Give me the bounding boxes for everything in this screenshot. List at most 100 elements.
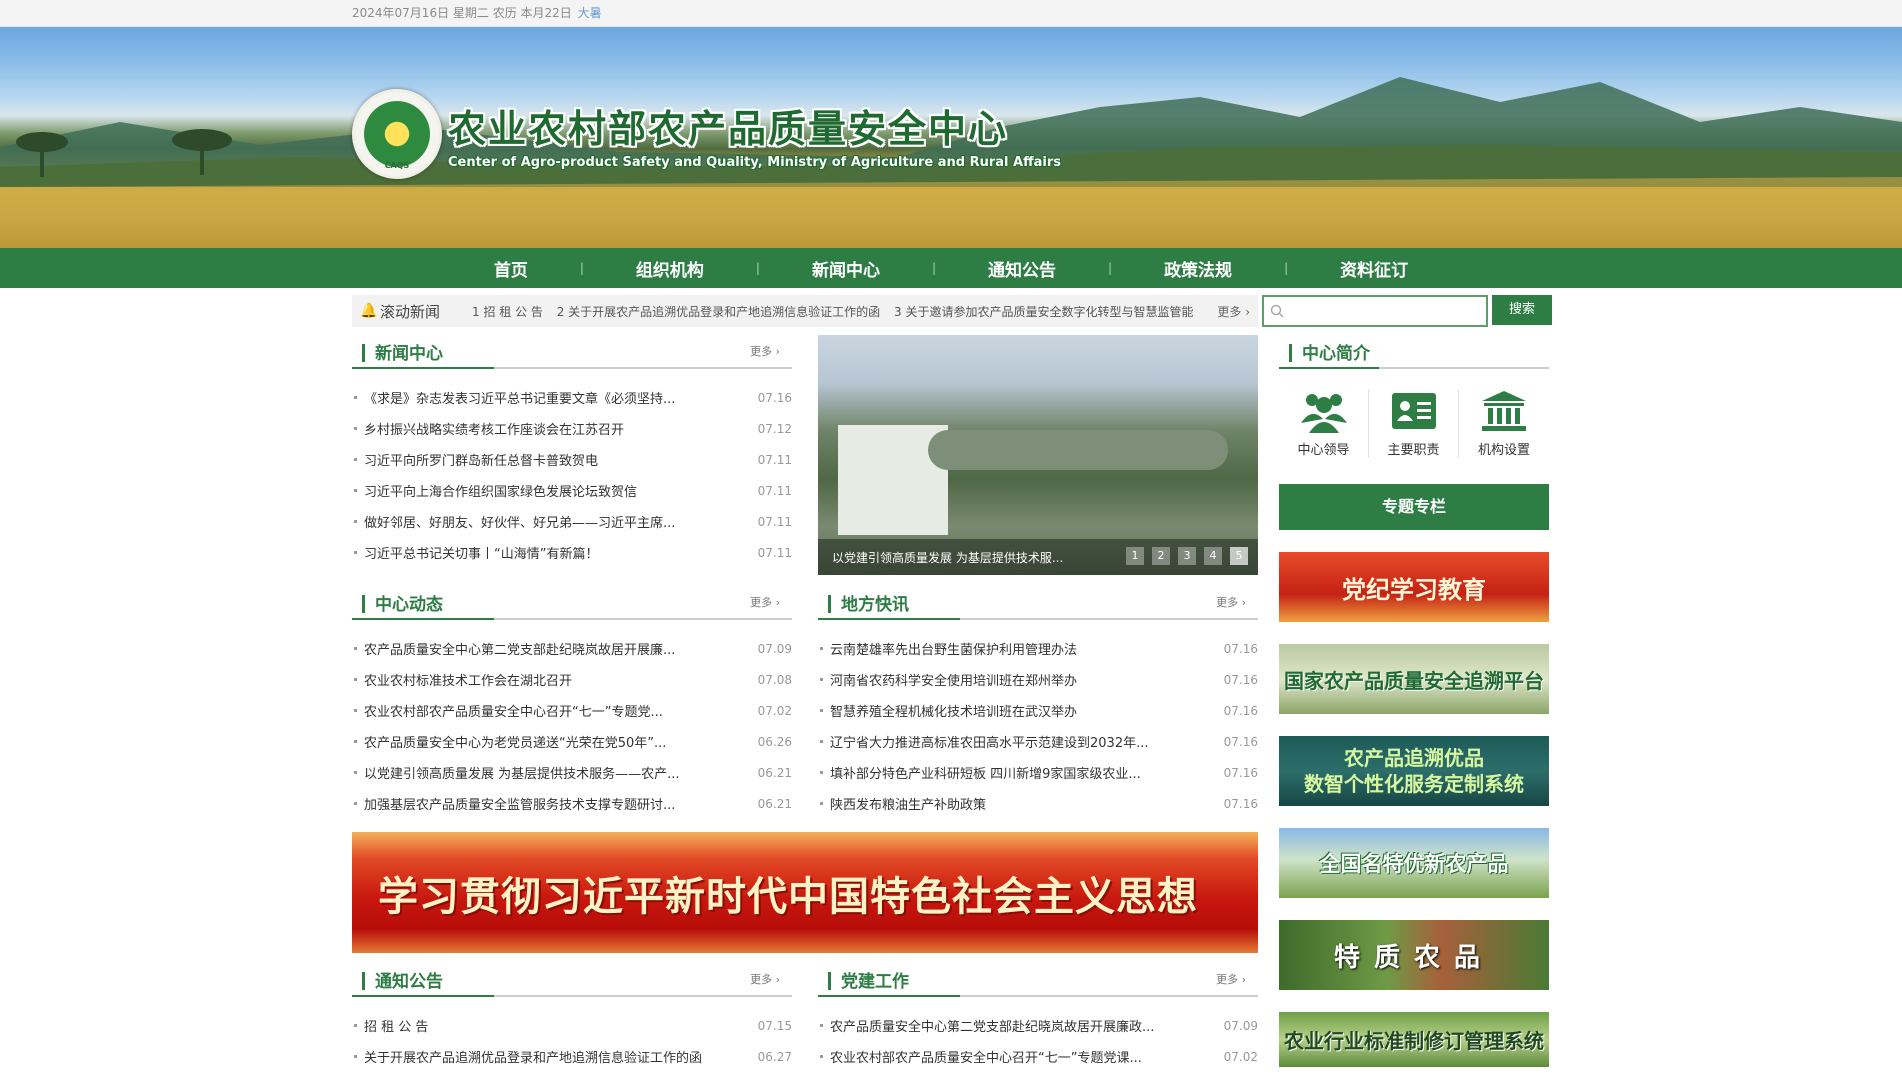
news-carousel[interactable]: 以党建引领高质量发展 为基层提供技术服... 1 2 3 4 5 <box>818 335 1258 575</box>
news-center-section: 新闻中心 更多 › 《求是》杂志发表习近平总书记重要文章《必须坚持... 07.1… <box>352 335 792 575</box>
list-item[interactable]: 农业农村部农产品质量安全中心召开“七一”专题党... 07.02 <box>352 695 792 726</box>
list-item[interactable]: 农产品质量安全中心第二党支部赴纪晓岚故居开展廉... 07.09 <box>352 633 792 664</box>
carousel-dot[interactable]: 1 <box>1126 547 1144 565</box>
ticker-more-link[interactable]: 更多 › <box>1217 303 1250 320</box>
more-link[interactable]: 更多 › <box>1216 594 1246 610</box>
more-link[interactable]: 更多 › <box>750 343 780 359</box>
structure-link[interactable]: 机构设置 <box>1459 389 1549 458</box>
section-title: 中心动态 <box>375 595 443 615</box>
list-item[interactable]: 农业农村部农产品质量安全中心召开“七一”专题党课... 07.02 <box>818 1041 1258 1072</box>
section-underline <box>352 618 494 620</box>
special-banner-standards-system[interactable]: 农业行业标准制修订管理系统 <box>1279 1012 1549 1067</box>
weather-text: 大暑 <box>577 6 602 20</box>
list-item[interactable]: 习近平向上海合作组织国家绿色发展论坛致贺信 07.11 <box>352 475 792 506</box>
caret-right-icon: › <box>1245 304 1250 319</box>
list-item[interactable]: 招 租 公 告 07.15 <box>352 1010 792 1041</box>
list-item[interactable]: 乡村振兴战略实绩考核工作座谈会在江苏召开 07.12 <box>352 413 792 444</box>
top-date-bar: 2024年07月16日 星期二 农历 本月22日 大暑 <box>0 0 1902 27</box>
section-underline <box>352 995 494 997</box>
party-work-section: 党建工作 更多 › 农产品质量安全中心第二党支部赴纪晓岚故居开展廉政... 07.… <box>818 963 1258 1072</box>
ticker-title: 滚动新闻 <box>380 302 441 321</box>
bell-icon: 🔔 <box>360 303 378 319</box>
special-banner-famous-products[interactable]: 全国名特优新农产品 <box>1279 828 1549 898</box>
list-item[interactable]: 习近平总书记关切事丨“山海情”有新篇！ 07.11 <box>352 537 792 568</box>
list-item[interactable]: 云南楚雄率先出台野生菌保护利用管理办法 07.16 <box>818 633 1258 664</box>
date-text: 2024年07月16日 星期二 农历 本月22日 <box>352 6 572 20</box>
carousel-dot-active[interactable]: 5 <box>1230 547 1248 565</box>
section-title: 中心简介 <box>1302 344 1370 364</box>
section-underline <box>818 995 960 997</box>
site-logo[interactable]: 农业农村部农产品质量安全中心 Center of Agro-product Sa… <box>352 89 1061 179</box>
nav-item-policies[interactable]: 政策法规 <box>1112 256 1284 281</box>
ticker-item[interactable]: 2 关于开展农产品追溯优品登录和产地追溯信息验证工作的函 <box>557 305 880 319</box>
special-columns-title: 专题专栏 <box>1279 484 1549 530</box>
list-item[interactable]: 填补部分特色产业科研短板 四川新增9家国家级农业... 07.16 <box>818 757 1258 788</box>
list-item[interactable]: 关于开展农产品追溯优品登录和产地追溯信息验证工作的函 06.27 <box>352 1041 792 1072</box>
nav-item-news[interactable]: 新闻中心 <box>760 256 932 281</box>
section-underline <box>352 367 494 369</box>
nav-item-subscriptions[interactable]: 资料征订 <box>1288 256 1460 281</box>
section-marker <box>362 972 365 990</box>
ideology-study-banner[interactable]: 学习贯彻习近平新时代中国特色社会主义思想 <box>352 832 1258 953</box>
ticker-item[interactable]: 3 关于邀请参加农产品质量安全数字化转型与智慧监管能 <box>894 305 1193 319</box>
more-link[interactable]: 更多 › <box>750 594 780 610</box>
main-nav: 首页 | 组织机构 | 新闻中心 | 通知公告 | 政策法规 | 资料征订 <box>0 248 1902 288</box>
list-item[interactable]: 习近平向所罗门群岛新任总督卡普致贺电 07.11 <box>352 444 792 475</box>
section-marker <box>828 972 831 990</box>
list-item[interactable]: 农产品质量安全中心第二党支部赴纪晓岚故居开展廉政... 07.09 <box>818 1010 1258 1041</box>
list-item[interactable]: 农产品质量安全中心为老党员递送“光荣在党50年”... 06.26 <box>352 726 792 757</box>
list-item[interactable]: 农业农村标准技术工作会在湖北召开 07.08 <box>352 664 792 695</box>
list-item[interactable]: 智慧养殖全程机械化技术培训班在武汉举办 07.16 <box>818 695 1258 726</box>
center-news-section: 中心动态 更多 › 农产品质量安全中心第二党支部赴纪晓岚故居开展廉... 07.0… <box>352 586 792 819</box>
site-title-en: Center of Agro-product Safety and Qualit… <box>448 155 1061 170</box>
carousel-dot[interactable]: 4 <box>1204 547 1222 565</box>
aircraft-image <box>928 430 1228 470</box>
list-item[interactable]: 辽宁省大力推进高标准农田高水平示范建设到2032年... 07.16 <box>818 726 1258 757</box>
special-banner-trace-service[interactable]: 农产品追溯优品 数智个性化服务定制系统 <box>1279 736 1549 806</box>
building-icon <box>1482 391 1526 431</box>
more-link[interactable]: 更多 › <box>750 971 780 987</box>
special-banner-discipline[interactable]: 党纪学习教育 <box>1279 552 1549 622</box>
section-marker <box>362 595 365 613</box>
special-banner-quality-products[interactable]: 特质农品 <box>1279 920 1549 990</box>
people-icon <box>1300 394 1347 433</box>
nav-item-home[interactable]: 首页 <box>442 256 580 281</box>
site-title-cn: 农业农村部农产品质量安全中心 <box>448 107 1009 151</box>
carousel-dot[interactable]: 2 <box>1152 547 1170 565</box>
list-item[interactable]: 陕西发布粮油生产补助政策 07.16 <box>818 788 1258 819</box>
section-underline <box>818 618 960 620</box>
search-form: 搜索 <box>1262 295 1552 327</box>
leaders-link[interactable]: 中心领导 <box>1279 389 1369 458</box>
list-item[interactable]: 《求是》杂志发表习近平总书记重要文章《必须坚持... 07.16 <box>352 382 792 413</box>
search-input[interactable] <box>1262 295 1488 327</box>
nav-item-notices[interactable]: 通知公告 <box>936 256 1108 281</box>
news-ticker: 🔔 滚动新闻 1 招 租 公 告 2 关于开展农产品追溯优品登录和产地追溯信息验… <box>352 295 1258 327</box>
section-marker <box>1289 344 1292 362</box>
banner-text: 学习贯彻习近平新时代中国特色社会主义思想 <box>378 873 1198 920</box>
section-marker <box>362 344 365 362</box>
section-underline <box>1279 367 1379 369</box>
list-item[interactable]: 河南省农药科学安全使用培训班在郑州举办 07.16 <box>818 664 1258 695</box>
id-card-icon <box>1391 393 1436 429</box>
section-title: 通知公告 <box>375 972 443 992</box>
special-banner-traceability-platform[interactable]: 国家农产品质量安全追溯平台 <box>1279 644 1549 714</box>
local-news-section: 地方快讯 更多 › 云南楚雄率先出台野生菌保护利用管理办法 07.16 河南省农药… <box>818 586 1258 819</box>
list-item[interactable]: 做好邻居、好朋友、好伙伴、好兄弟——习近平主席... 07.11 <box>352 506 792 537</box>
notices-section: 通知公告 更多 › 招 租 公 告 07.15 关于开展农产品追溯优品登录和产地追… <box>352 963 792 1072</box>
section-title: 地方快讯 <box>841 595 909 615</box>
search-button[interactable]: 搜索 <box>1492 295 1552 325</box>
right-sidebar: 中心简介 中心领导 主要职责 机构设置 专题专栏 党纪学习教育 国家农产品质量安… <box>1279 335 1549 1072</box>
list-item[interactable]: 以党建引领高质量发展 为基层提供技术服务——农产... 06.21 <box>352 757 792 788</box>
section-title: 新闻中心 <box>375 344 443 364</box>
section-marker <box>828 595 831 613</box>
header-banner: 农业农村部农产品质量安全中心 Center of Agro-product Sa… <box>0 27 1902 248</box>
nav-item-organization[interactable]: 组织机构 <box>584 256 756 281</box>
duties-link[interactable]: 主要职责 <box>1369 389 1459 458</box>
search-icon <box>1270 304 1284 318</box>
more-link[interactable]: 更多 › <box>1216 971 1246 987</box>
carousel-dot[interactable]: 3 <box>1178 547 1196 565</box>
caqs-emblem-icon <box>352 89 442 179</box>
section-title: 党建工作 <box>841 972 909 992</box>
ticker-item[interactable]: 1 招 租 公 告 <box>472 305 543 319</box>
list-item[interactable]: 加强基层农产品质量安全监管服务技术支撑专题研讨... 06.21 <box>352 788 792 819</box>
